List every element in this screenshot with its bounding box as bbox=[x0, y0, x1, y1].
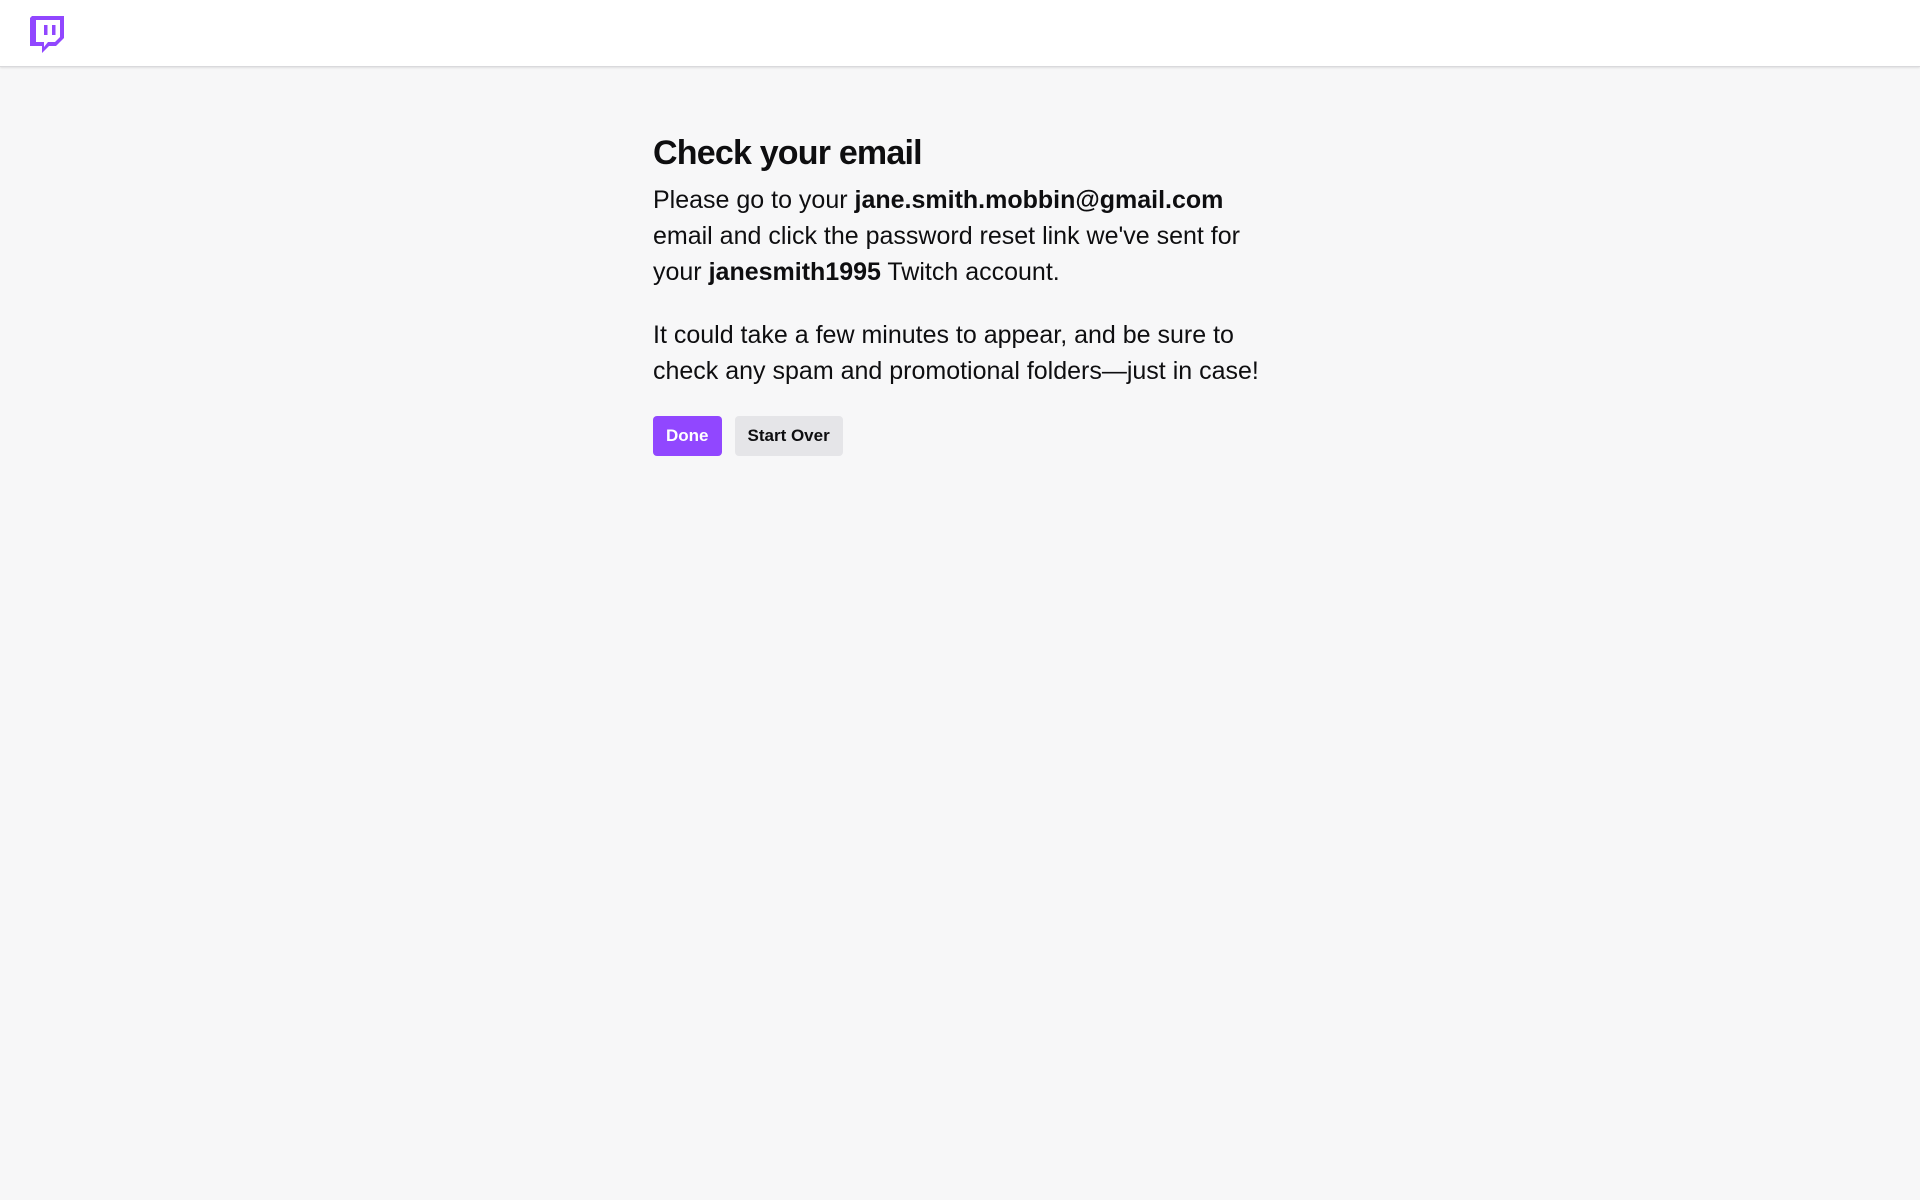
page-title: Check your email bbox=[653, 134, 923, 172]
instructions-prefix: Please go to your bbox=[653, 186, 855, 214]
instructions-text: Please go to your jane.smith.mobbin@gmai… bbox=[653, 182, 1273, 290]
twitch-logo-icon bbox=[30, 16, 64, 53]
spam-hint-text: It could take a few minutes to appear, a… bbox=[653, 321, 1259, 385]
start-over-button[interactable]: Start Over bbox=[734, 416, 843, 456]
email-address: jane.smith.mobbin@gmail.com bbox=[854, 186, 1224, 214]
action-buttons: Done Start Over bbox=[653, 416, 1273, 456]
username: janesmith1995 bbox=[708, 258, 881, 286]
instructions-suffix: Twitch account. bbox=[880, 258, 1060, 286]
done-button[interactable]: Done bbox=[653, 416, 722, 456]
check-email-panel: Check your email Please go to your jane.… bbox=[653, 130, 1273, 456]
top-nav-bar bbox=[0, 0, 1920, 67]
